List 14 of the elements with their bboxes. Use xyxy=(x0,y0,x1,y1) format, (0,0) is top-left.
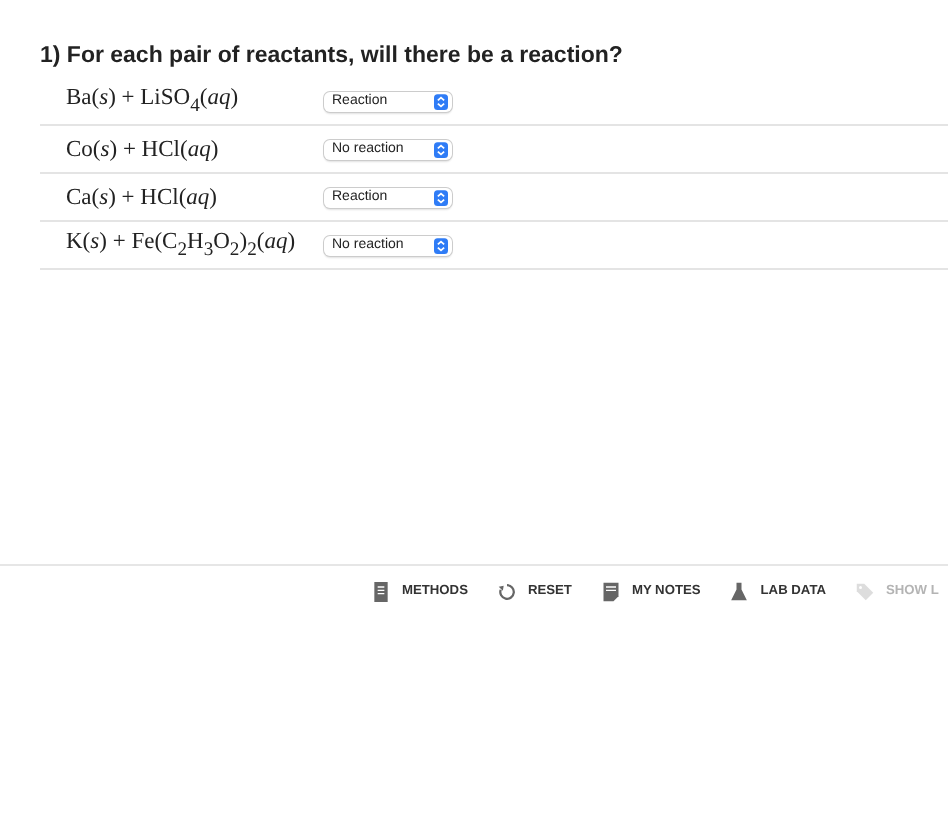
question-title: 1) For each pair of reactants, will there be a reaction? xyxy=(40,44,625,68)
notepad-icon xyxy=(601,581,620,601)
reset-icon xyxy=(497,581,516,601)
flask-icon xyxy=(730,581,749,601)
reactants-text: Co(s) + HCl(aq) xyxy=(66,137,221,161)
document-icon xyxy=(372,581,390,601)
stepper-icon xyxy=(434,237,448,253)
reactants-text: Ca(s) + HCl(aq) xyxy=(66,185,220,209)
reactants-text: Ba(s) + LiSO$_{4}$(aq) xyxy=(66,85,241,117)
reactants-text: K(s) + Fe(C$_{2}$H$_{3}$O$_{2}$)$_{2}$(aq) xyxy=(66,229,298,261)
stepper-icon xyxy=(434,189,448,205)
tag-icon xyxy=(856,581,874,601)
stepper-icon xyxy=(434,93,448,109)
stepper-icon xyxy=(434,141,448,157)
